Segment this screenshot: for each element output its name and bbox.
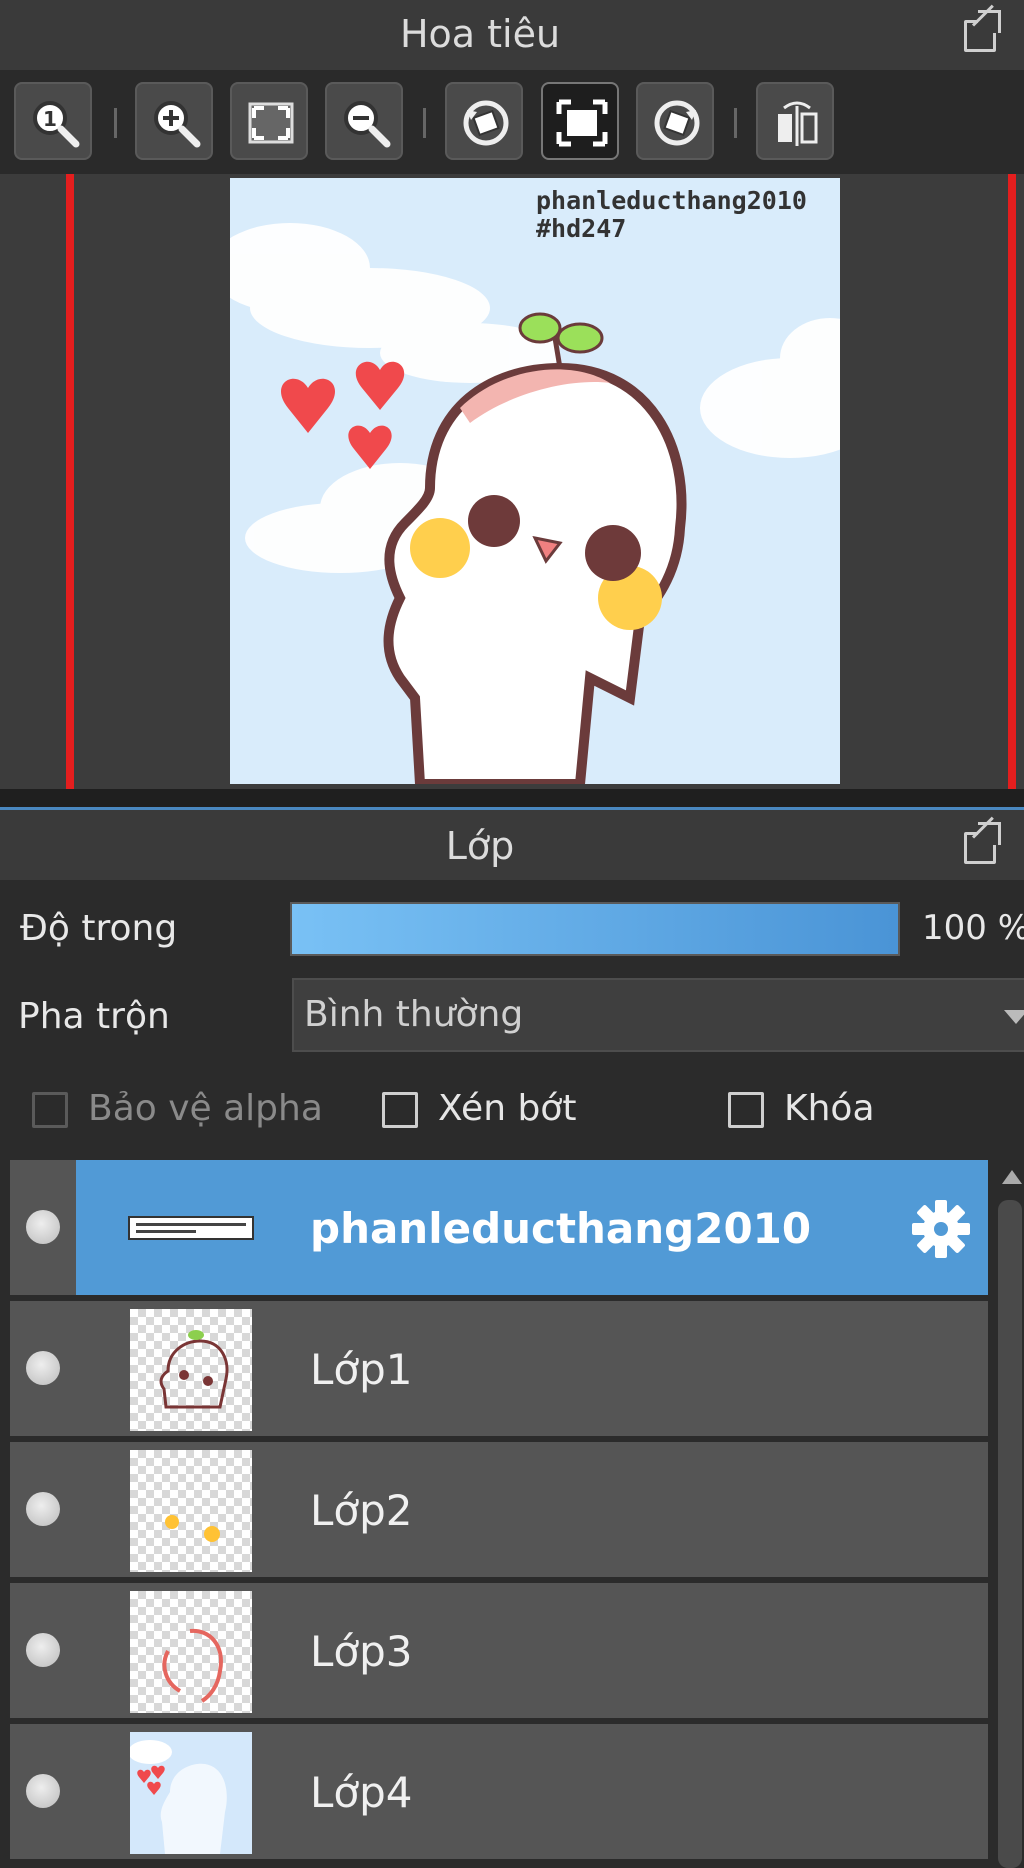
zoom-actual-size-button[interactable]: 1 (14, 82, 92, 160)
svg-text:1: 1 (43, 107, 57, 131)
layer-thumbnail (130, 1450, 252, 1572)
zoom-out-button[interactable] (325, 82, 403, 160)
view-frame-left (66, 174, 74, 789)
visibility-dot-icon (26, 1492, 60, 1526)
protect-alpha-label: Bảo vệ alpha (88, 1088, 323, 1129)
visibility-toggle[interactable] (10, 1724, 76, 1859)
visibility-dot-icon (26, 1774, 60, 1808)
layer-thumbnail (128, 1216, 254, 1240)
zoom-out-icon (344, 101, 391, 148)
layer-list: phanleducthang2010 Lớp1 Lớp2 Lớp3 Lớp4 (10, 1160, 988, 1868)
visibility-dot-icon (26, 1633, 60, 1667)
fit-to-window-icon (248, 102, 294, 144)
layer-name: Lớp2 (310, 1486, 413, 1535)
navigator-title: Hoa tiêu (399, 12, 561, 56)
visibility-toggle[interactable] (10, 1442, 76, 1577)
layer-thumbnail (130, 1732, 252, 1854)
fit-canvas-button[interactable] (541, 82, 619, 160)
opacity-slider[interactable] (290, 902, 900, 956)
rotate-left-button[interactable] (445, 82, 523, 160)
visibility-toggle[interactable] (10, 1583, 76, 1718)
artwork-illustration (230, 223, 840, 784)
fit-to-window-button[interactable] (230, 82, 308, 160)
chevron-down-icon (1004, 1010, 1024, 1024)
scroll-thumb[interactable] (998, 1200, 1022, 1868)
watermark-line2: #hd247 (536, 214, 627, 243)
layer-thumbnail (130, 1591, 252, 1713)
layer-row[interactable]: Lớp2 (10, 1442, 988, 1580)
navigator-toolbar: 1 (0, 70, 1024, 174)
artwork-preview: phanleducthang2010 #hd247 (230, 178, 840, 784)
layer-list-scrollbar[interactable] (996, 1160, 1024, 1868)
clipping-label: Xén bớt (438, 1088, 577, 1129)
panel-resize-handle[interactable] (0, 789, 1024, 810)
visibility-toggle[interactable] (10, 1301, 76, 1436)
visibility-toggle[interactable] (10, 1160, 76, 1295)
layers-header: Lớp (0, 810, 1024, 880)
layer-row[interactable]: Lớp1 (10, 1301, 988, 1439)
navigator-preview[interactable]: phanleducthang2010 #hd247 (0, 174, 1024, 789)
gear-icon[interactable] (910, 1198, 972, 1260)
clipping-checkbox[interactable] (382, 1092, 418, 1128)
layer-thumbnail (130, 1309, 252, 1431)
blend-mode-value: Bình thường (304, 994, 524, 1035)
layer-row[interactable]: Lớp4 (10, 1724, 988, 1862)
layer-name: Lớp4 (310, 1768, 413, 1817)
zoom-in-icon (154, 101, 201, 148)
layer-name: Lớp3 (310, 1627, 413, 1676)
flip-horizontal-button[interactable] (756, 82, 834, 160)
navigator-header: Hoa tiêu (0, 0, 1024, 70)
layer-row[interactable]: phanleducthang2010 (10, 1160, 988, 1298)
visibility-dot-icon (26, 1351, 60, 1385)
layer-name: Lớp1 (310, 1345, 413, 1394)
layer-row[interactable]: Lớp3 (10, 1583, 988, 1721)
fit-canvas-icon (556, 99, 608, 147)
blend-mode-select[interactable]: Bình thường (292, 978, 1024, 1052)
layer-name: phanleducthang2010 (310, 1204, 812, 1253)
lock-label: Khóa (784, 1088, 875, 1129)
layer-properties: Độ trong 100 % Pha trộn Bình thường Bảo … (0, 880, 1024, 1160)
opacity-value: 100 % (922, 908, 1024, 948)
zoom-actual-size-icon: 1 (33, 101, 80, 148)
watermark-line1: phanleducthang2010 (536, 186, 807, 215)
opacity-label: Độ trong (20, 908, 178, 949)
zoom-in-button[interactable] (135, 82, 213, 160)
navigator-popout-icon[interactable] (960, 4, 1001, 52)
rotate-left-icon (463, 100, 509, 146)
protect-alpha-checkbox[interactable] (32, 1092, 68, 1128)
rotate-right-icon (654, 100, 700, 146)
flip-horizontal-icon (778, 101, 818, 146)
view-frame-right (1008, 174, 1016, 789)
visibility-dot-icon (26, 1210, 60, 1244)
layers-popout-icon[interactable] (960, 816, 1001, 864)
rotate-right-button[interactable] (636, 82, 714, 160)
blend-label: Pha trộn (18, 996, 170, 1037)
layers-title: Lớp (445, 824, 515, 868)
scroll-up-icon[interactable] (1002, 1170, 1022, 1184)
lock-checkbox[interactable] (728, 1092, 764, 1128)
